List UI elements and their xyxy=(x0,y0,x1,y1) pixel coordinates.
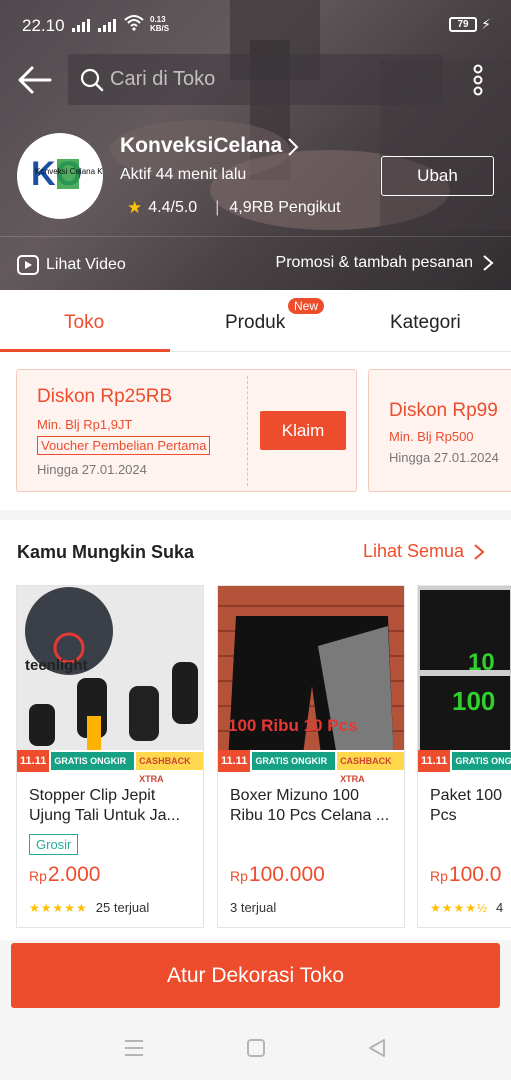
voucher-card: Diskon Rp99 Min. Blj Rp500 Hingga 27.01.… xyxy=(368,369,511,492)
product-price: Rp2.000 xyxy=(29,863,101,886)
chevron-right-icon xyxy=(483,255,494,271)
status-time: 22.10 xyxy=(22,16,65,35)
chevron-right-icon xyxy=(474,543,485,560)
product-name: Boxer Mizuno 100 Ribu 10 Pcs Celana ... xyxy=(230,787,390,824)
signal-icon xyxy=(72,19,116,32)
rating-stars: ★★★★★ xyxy=(29,900,88,915)
shop-tabs: Toko Produk New Kategori xyxy=(0,290,511,352)
voucher-tag: Voucher Pembelian Pertama xyxy=(37,436,211,455)
search-icon xyxy=(80,68,104,91)
promo-strip: 11.11 GRATIS ONGKIR XTRA CASHBACK XTRA xyxy=(17,750,203,784)
svg-text:100 Ribu 10 Pcs: 100 Ribu 10 Pcs xyxy=(228,716,357,735)
see-all-link[interactable]: Lihat Semua xyxy=(363,541,486,562)
tab-kategori[interactable]: Kategori xyxy=(390,312,461,334)
promo-strip: 11.11 GRATIS ONGKIR XTRA CASHBACK XTRA xyxy=(218,750,404,784)
claim-voucher-button[interactable]: Klaim xyxy=(260,411,346,450)
product-image: 100 Ribu 10 Pcs xyxy=(218,586,404,772)
product-image: 10 100 xyxy=(418,586,511,772)
product-price: Rp100.000 xyxy=(230,863,325,886)
recommended-section: Kamu Mungkin Suka Lihat Semua teenlight xyxy=(0,520,511,940)
voucher-title: Diskon Rp25RB xyxy=(37,386,173,407)
watch-video-link[interactable]: Lihat Video xyxy=(16,253,126,277)
voucher-min-spend: Min. Blj Rp1,9JT xyxy=(37,417,133,432)
decorate-shop-button[interactable]: Atur Dekorasi Toko xyxy=(11,943,500,1008)
voucher-title: Diskon Rp99 xyxy=(389,400,498,421)
product-card[interactable]: 10 100 11.11 GRATIS ONGKIR XTRA Paket 10… xyxy=(417,585,511,928)
sold-count: ★★★★½ 4 xyxy=(430,900,504,915)
shop-rating: ★ 4.4/5.0 | 4,9RB Pengikut xyxy=(127,198,341,217)
voucher-card: Diskon Rp25RB Min. Blj Rp1,9JT Voucher P… xyxy=(16,369,357,492)
home-icon[interactable] xyxy=(246,1038,266,1058)
product-card[interactable]: 100 Ribu 10 Pcs 11.11 GRATIS ONGKIR XTRA… xyxy=(217,585,405,928)
tab-toko[interactable]: Toko xyxy=(64,312,104,334)
svg-text:teenlight: teenlight xyxy=(25,657,88,674)
more-options-icon[interactable] xyxy=(466,62,490,98)
shop-avatar[interactable]: KO Konveksi Celana Kolor xyxy=(17,133,103,219)
product-image: teenlight xyxy=(17,586,203,772)
tab-produk[interactable]: Produk xyxy=(225,312,285,334)
back-icon[interactable] xyxy=(367,1038,387,1058)
network-speed: 0.13 KB/S xyxy=(150,15,170,33)
charging-icon: ⚡ xyxy=(481,16,491,32)
system-nav-bar xyxy=(0,1018,511,1080)
chevron-right-icon[interactable] xyxy=(287,137,299,157)
play-video-icon xyxy=(17,255,39,275)
svg-text:10: 10 xyxy=(468,649,495,676)
promo-link[interactable]: Promosi & tambah pesanan xyxy=(276,253,495,273)
edit-shop-button[interactable]: Ubah xyxy=(381,156,494,196)
shop-search-input[interactable]: Cari di Toko xyxy=(68,54,443,105)
star-icon: ★ xyxy=(127,198,143,217)
product-name: Paket 100 Pcs Celana xyxy=(430,787,503,824)
product-name: Stopper Clip Jepit Ujung Tali Untuk Ja..… xyxy=(29,787,180,824)
video-promo-row: Lihat Video Promosi & tambah pesanan xyxy=(0,236,511,290)
followers-count: 4,9RB Pengikut xyxy=(229,199,341,216)
shop-name[interactable]: KonveksiCelana xyxy=(120,134,282,158)
voucher-expiry: Hingga 27.01.2024 xyxy=(37,462,147,477)
new-badge: New xyxy=(288,298,325,314)
wifi-icon xyxy=(124,15,144,31)
product-card[interactable]: teenlight 11.11 GRATIS ONGKIR XTRA CASHB… xyxy=(16,585,204,928)
section-title: Kamu Mungkin Suka xyxy=(17,542,195,562)
svg-text:Konveksi Celana Kolor: Konveksi Celana Kolor xyxy=(35,167,103,176)
active-status: Aktif 44 menit lalu xyxy=(120,166,247,183)
status-bar: 22.10 0.13 KB/S 79 ⚡ xyxy=(0,0,511,50)
menu-icon[interactable] xyxy=(124,1038,144,1058)
sold-count: 3 terjual xyxy=(230,900,277,915)
wholesale-tag: Grosir xyxy=(29,834,79,855)
sold-count: ★★★★★ 25 terjual xyxy=(29,900,150,915)
voucher-expiry: Hingga 27.01.2024 xyxy=(389,450,499,465)
shop-logo: KO Konveksi Celana Kolor xyxy=(31,155,103,193)
back-arrow-icon[interactable] xyxy=(16,62,56,98)
product-price: Rp100.0 xyxy=(430,863,502,886)
search-placeholder: Cari di Toko xyxy=(110,68,216,90)
voucher-min-spend: Min. Blj Rp500 xyxy=(389,429,474,444)
promo-strip: 11.11 GRATIS ONGKIR XTRA xyxy=(418,750,511,772)
shop-header-banner: 22.10 0.13 KB/S 79 ⚡ Cari di Toko KO Kon… xyxy=(0,0,511,290)
rating-stars: ★★★★½ xyxy=(430,900,489,915)
shop-page: 22.10 0.13 KB/S 79 ⚡ Cari di Toko KO Kon… xyxy=(0,0,511,1080)
voucher-carousel: Diskon Rp25RB Min. Blj Rp1,9JT Voucher P… xyxy=(0,352,511,510)
svg-text:100: 100 xyxy=(452,686,495,716)
battery-icon: 79 xyxy=(449,17,477,32)
